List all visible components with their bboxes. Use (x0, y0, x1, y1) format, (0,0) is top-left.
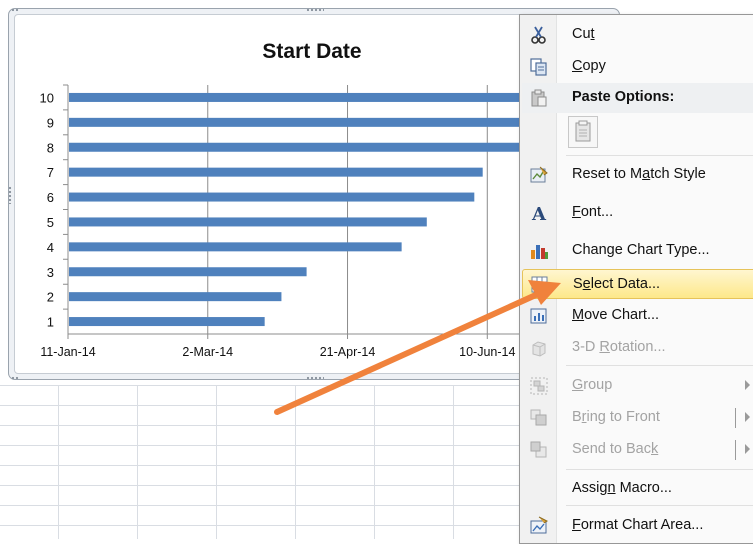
menu-mnemonic-letter: r (581, 409, 587, 425)
submenu-arrow-icon[interactable] (745, 444, 750, 454)
menu-separator (566, 469, 753, 470)
menu-label-reset-to-match-style: Reset to Match Style (572, 166, 706, 182)
resize-handle-bottom-left[interactable] (11, 376, 19, 380)
menu-item-select-data[interactable]: Select Data... (522, 269, 753, 299)
paste-option-button[interactable] (568, 116, 598, 148)
menu-item-change-chart-type[interactable]: Change Chart Type... (522, 236, 753, 266)
select-data-icon (531, 276, 548, 293)
menu-label-send-to-back: Send to Back (572, 441, 659, 457)
menu-item-reset-to-match-style[interactable]: Reset to Match Style (522, 160, 753, 190)
group-icon (530, 377, 548, 395)
bar (69, 217, 427, 227)
menu-mnemonic-letter: t (590, 26, 595, 42)
x-tick-label: 10-Jun-14 (459, 345, 515, 359)
menu-item-font[interactable]: A Font... (522, 198, 753, 228)
y-tick-label: 6 (47, 190, 54, 205)
menu-mnemonic-letter: M (572, 307, 585, 323)
copy-icon (530, 58, 547, 76)
bar (69, 142, 539, 152)
resize-handle-left[interactable] (8, 186, 12, 204)
menu-item-label: Cut (572, 26, 595, 42)
menu-item-cut[interactable]: Cut (522, 20, 753, 50)
menu-label-format-chart-area: Format Chart Area... (572, 517, 704, 533)
resize-handle-top-left[interactable] (11, 8, 19, 12)
menu-label-cut: Cut (572, 26, 595, 42)
y-tick-label: 4 (47, 240, 54, 255)
menu-item-format-chart-area[interactable]: Format Chart Area... (522, 511, 753, 541)
resize-handle-top[interactable] (306, 8, 324, 12)
rotation-3d-icon (532, 341, 546, 357)
menu-label-change-chart-type: Change Chart Type... (572, 242, 710, 258)
menu-item-paste-options: Paste Options: (522, 83, 753, 113)
menu-label-3d-rotation: 3-D Rotation... (572, 339, 666, 355)
menu-separator (566, 505, 753, 506)
paste-keep-format-icon (575, 120, 591, 142)
menu-item-move-chart[interactable]: Move Chart... (522, 301, 753, 331)
bar (69, 267, 307, 277)
y-tick-label: 3 (47, 265, 54, 280)
y-tick-label: 9 (47, 115, 54, 130)
menu-item-assign-macro[interactable]: Assign Macro... (522, 474, 753, 504)
bar (69, 292, 282, 302)
resize-handle-bottom[interactable] (306, 376, 324, 380)
chart-title: Start Date (262, 40, 361, 63)
menu-label-font: Font... (572, 204, 614, 220)
menu-mnemonic-letter: a (642, 166, 651, 182)
menu-separator (566, 155, 753, 156)
font-icon: A (531, 204, 547, 223)
context-menu[interactable]: Cut Copy Paste Options: Reset to Match S… (519, 14, 753, 544)
bar (69, 242, 402, 252)
bar (69, 167, 483, 177)
paste-icon (531, 89, 547, 107)
menu-mnemonic-letter: C (572, 58, 583, 74)
submenu-split-divider (735, 408, 736, 428)
y-tick-label: 10 (40, 90, 54, 105)
move-chart-icon (530, 308, 547, 324)
menu-label-paste-options: Paste Options: (572, 89, 675, 105)
menu-mnemonic-letter: k (651, 441, 659, 457)
menu-label-copy: Copy (572, 58, 606, 74)
menu-label-move-chart: Move Chart... (572, 307, 660, 323)
menu-mnemonic-letter: G (572, 377, 584, 393)
menu-item-bring-to-front[interactable]: Bring to Front (522, 403, 753, 433)
menu-mnemonic-letter: e (582, 276, 591, 292)
y-tick-label: 1 (47, 315, 54, 330)
y-tick-label: 8 (47, 140, 54, 155)
menu-item-copy[interactable]: Copy (522, 52, 753, 82)
y-tick-label: 2 (47, 290, 54, 305)
menu-mnemonic-letter: n (607, 480, 616, 496)
menu-label-group: Group (572, 377, 613, 393)
x-tick-label: 21-Apr-14 (320, 345, 376, 359)
menu-mnemonic-letter: R (599, 339, 610, 355)
svg-text:A: A (531, 204, 547, 223)
bring-to-front-icon (530, 409, 547, 426)
menu-label-assign-macro: Assign Macro... (572, 480, 672, 496)
scissors-icon (531, 26, 546, 44)
bar (69, 117, 589, 127)
submenu-arrow-icon (745, 380, 750, 390)
submenu-split-divider (735, 440, 736, 460)
menu-mnemonic-letter: F (572, 204, 581, 220)
menu-label-bring-to-front: Bring to Front (572, 409, 660, 425)
menu-item-3d-rotation[interactable]: 3-D Rotation... (522, 333, 753, 363)
format-chart-area-icon (530, 516, 548, 534)
x-tick-label: 2-Mar-14 (182, 345, 233, 359)
x-tick-label: 11-Jan-14 (40, 345, 95, 359)
menu-mnemonic-letter: F (572, 517, 581, 533)
chart-type-icon (531, 245, 548, 259)
y-tick-label: 5 (47, 215, 54, 230)
bar (69, 317, 265, 327)
bar (69, 192, 475, 202)
menu-separator (566, 365, 753, 366)
send-to-back-icon (530, 441, 547, 458)
y-tick-label: 7 (47, 165, 54, 180)
reset-style-icon (530, 166, 548, 183)
menu-item-group[interactable]: Group (522, 371, 753, 401)
menu-item-send-to-back[interactable]: Send to Back (522, 435, 753, 465)
submenu-arrow-icon[interactable] (745, 412, 750, 422)
menu-label-select-data: Select Data... (573, 276, 661, 292)
